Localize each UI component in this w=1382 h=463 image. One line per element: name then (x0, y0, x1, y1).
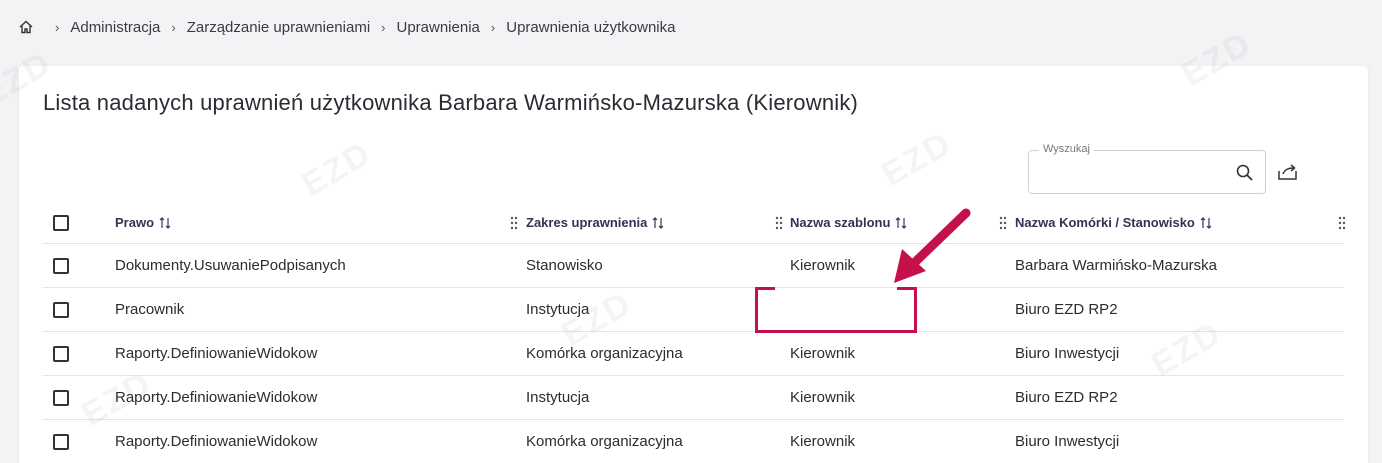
home-icon[interactable] (18, 19, 34, 35)
sort-icon[interactable] (159, 216, 171, 230)
row-checkbox-cell (53, 332, 69, 375)
column-header-zakres[interactable]: Zakres uprawnienia (526, 202, 766, 243)
drag-handle-icon[interactable] (1338, 216, 1346, 230)
column-header-label: Nazwa Komórki / Stanowisko (1015, 215, 1195, 230)
breadcrumb: › Administracja › Zarządzanie uprawnieni… (18, 16, 675, 38)
column-header-label: Zakres uprawnienia (526, 215, 648, 230)
breadcrumb-item-zarzadzanie[interactable]: Zarządzanie uprawnieniami (187, 19, 370, 36)
column-header-prawo[interactable]: Prawo (115, 202, 495, 243)
cell-prawo: Raporty.DefiniowanieWidokow (115, 345, 318, 362)
breadcrumb-separator: › (381, 19, 386, 35)
cell-komorka: Biuro EZD RP2 (1015, 301, 1118, 318)
permissions-table: Prawo Zakres uprawnienia Nazwa szablonu … (43, 202, 1346, 463)
search-input[interactable] (1039, 161, 1229, 185)
cell-prawo: Raporty.DefiniowanieWidokow (115, 433, 318, 450)
table-row[interactable]: Raporty.DefiniowanieWidokow Instytucja K… (43, 376, 1344, 420)
page-title: Lista nadanych uprawnień użytkownika Bar… (43, 90, 859, 115)
export-icon[interactable] (1277, 162, 1299, 182)
cell-zakres: Komórka organizacyjna (526, 345, 683, 362)
table-row[interactable]: Raporty.DefiniowanieWidokow Komórka orga… (43, 420, 1344, 463)
arrow-icon (894, 208, 971, 283)
cell-zakres: Komórka organizacyjna (526, 433, 683, 450)
search-field[interactable]: Wyszukaj (1028, 143, 1266, 194)
drag-handle-icon[interactable] (999, 216, 1007, 230)
row-checkbox-cell (53, 288, 69, 331)
cell-prawo: Dokumenty.UsuwaniePodpisanych (115, 257, 346, 274)
cell-komorka: Biuro Inwestycji (1015, 433, 1120, 450)
cell-szablon: Kierownik (790, 389, 856, 406)
cell-komorka: Barbara Warmińsko-Mazurska (1015, 257, 1217, 274)
table-header-row: Prawo Zakres uprawnienia Nazwa szablonu … (43, 202, 1346, 244)
row-checkbox[interactable] (53, 389, 69, 406)
table-row[interactable]: Dokumenty.UsuwaniePodpisanych Stanowisko… (43, 244, 1344, 288)
search-label: Wyszukaj (1039, 143, 1094, 155)
sort-icon[interactable] (652, 216, 664, 230)
column-header-komorka[interactable]: Nazwa Komórki / Stanowisko (1015, 202, 1315, 243)
cell-szablon: Kierownik (790, 345, 856, 362)
cell-komorka: Biuro EZD RP2 (1015, 389, 1118, 406)
column-header-label: Nazwa szablonu (790, 215, 891, 230)
row-checkbox[interactable] (53, 345, 69, 362)
row-checkbox-cell (53, 244, 69, 287)
drag-handle-icon[interactable] (510, 216, 518, 230)
table-row[interactable]: Pracownik Instytucja Biuro EZD RP2 (43, 288, 1344, 332)
header-checkbox-cell (53, 202, 69, 243)
row-checkbox-cell (53, 420, 69, 463)
breadcrumb-item-current: Uprawnienia użytkownika (506, 18, 676, 36)
drag-handle-icon[interactable] (775, 216, 783, 230)
search-icon[interactable] (1235, 163, 1255, 183)
row-checkbox[interactable] (53, 301, 69, 318)
cell-zakres: Stanowisko (526, 257, 603, 274)
table-row[interactable]: Raporty.DefiniowanieWidokow Komórka orga… (43, 332, 1344, 376)
cell-komorka: Biuro Inwestycji (1015, 345, 1120, 362)
column-header-label: Prawo (115, 215, 155, 230)
row-checkbox[interactable] (53, 433, 69, 450)
row-checkbox-cell (53, 376, 69, 419)
cell-zakres: Instytucja (526, 389, 590, 406)
breadcrumb-separator: › (490, 19, 496, 35)
row-checkbox[interactable] (53, 257, 69, 274)
breadcrumb-separator: › (171, 19, 176, 35)
cell-prawo: Pracownik (115, 301, 185, 318)
breadcrumb-separator: › (55, 19, 60, 35)
breadcrumb-item-uprawnienia[interactable]: Uprawnienia (397, 19, 480, 36)
cell-prawo: Raporty.DefiniowanieWidokow (115, 389, 318, 406)
select-all-checkbox[interactable] (53, 214, 69, 231)
cell-zakres: Instytucja (526, 301, 590, 318)
breadcrumb-item-administracja[interactable]: Administracja (70, 19, 160, 36)
cell-szablon: Kierownik (790, 433, 856, 450)
permissions-card: Lista nadanych uprawnień użytkownika Bar… (19, 66, 1368, 463)
sort-icon[interactable] (1200, 216, 1212, 230)
